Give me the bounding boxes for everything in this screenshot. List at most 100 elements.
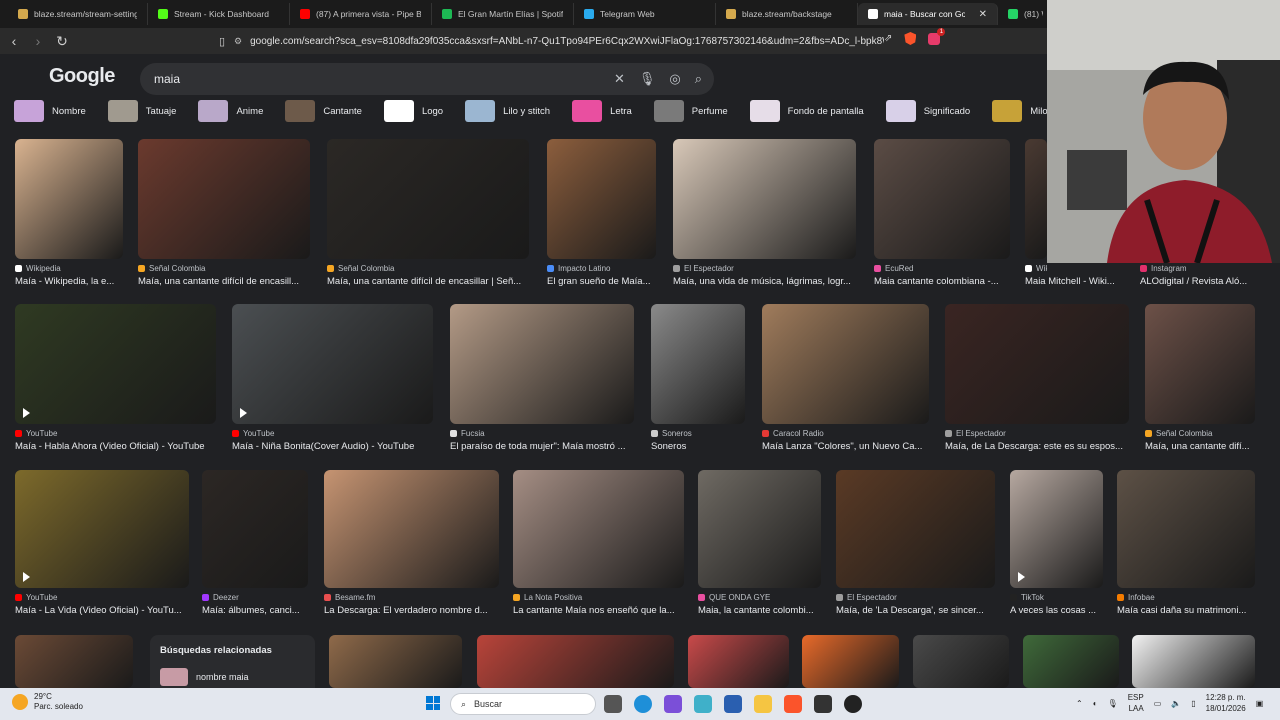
image-result[interactable] xyxy=(477,635,674,688)
image-result[interactable]: Señal Colombia Maía, una cantante difícil… xyxy=(327,139,529,287)
site-info-icon[interactable]: ⚙ xyxy=(234,36,242,47)
search-input[interactable]: maia ✕ 🎙 ◎ ⌕ xyxy=(140,63,714,95)
image-result[interactable]: Soneros Soneros xyxy=(651,304,745,452)
snipping-icon[interactable] xyxy=(664,695,682,713)
image-result[interactable]: Caracol Radio Maía Lanza "Colores", un Nu… xyxy=(762,304,929,452)
language-indicator[interactable]: ESP LAA xyxy=(1128,692,1144,714)
image-result[interactable]: Wikipedia Maía - Wikipedia, la e... xyxy=(15,139,123,287)
result-title[interactable]: El paraíso de toda mujer": Maía mostró .… xyxy=(450,441,634,452)
browser-tab[interactable]: Telegram Web xyxy=(574,3,716,25)
result-title[interactable]: Maía, una cantante difí... xyxy=(1145,441,1265,452)
search-icon[interactable]: ⌕ xyxy=(695,71,702,87)
browser-tab[interactable]: El Gran Martín Elías | Spotify xyxy=(432,3,574,25)
result-title[interactable]: ALOdigital / Revista Aló... xyxy=(1140,276,1260,287)
clock[interactable]: 12:28 p. m. 18/01/2026 xyxy=(1206,692,1246,714)
bookmark-icon[interactable]: ▯ xyxy=(212,35,232,48)
battery-icon[interactable]: ▯ xyxy=(1191,699,1195,708)
result-title[interactable]: Maía: álbumes, canci... xyxy=(202,605,322,616)
microphone-icon[interactable]: 🎙 xyxy=(639,71,656,87)
network-tray-icon[interactable]: ◐ xyxy=(1093,699,1098,708)
result-title[interactable]: Maía, una cantante difícil de encasillar… xyxy=(327,276,529,287)
image-result[interactable]: El Espectador Maía, una vida de música, l… xyxy=(673,139,856,287)
volume-icon[interactable]: 🔈 xyxy=(1171,699,1181,708)
image-result[interactable]: Deezer Maía: álbumes, canci... xyxy=(202,470,308,616)
browser-tab[interactable]: blaze.stream/stream-settings xyxy=(8,3,148,25)
result-title[interactable]: Maía Lanza "Colores", un Nuevo Ca... xyxy=(762,441,929,452)
image-result[interactable]: Infobae Maía casi daña su matrimoni... xyxy=(1117,470,1255,616)
obs-icon[interactable] xyxy=(844,695,862,713)
filter-chip[interactable]: Significado xyxy=(885,98,982,124)
result-title[interactable]: Maia Mitchell - Wiki... xyxy=(1025,276,1145,287)
share-icon[interactable]: ⇗ xyxy=(884,33,892,44)
image-result[interactable]: Señal Colombia Maía, una cantante difícil… xyxy=(138,139,310,287)
image-result[interactable]: YouTube Maía - Habla Ahora (Video Oficial… xyxy=(15,304,216,452)
result-title[interactable]: Maía, una cantante difícil de encasill..… xyxy=(138,276,310,287)
result-title[interactable]: Maía, una vida de música, lágrimas, logr… xyxy=(673,276,856,287)
edge-icon[interactable] xyxy=(634,695,652,713)
google-logo[interactable]: Google xyxy=(49,65,115,88)
brave-taskbar-icon[interactable] xyxy=(784,695,802,713)
image-result[interactable] xyxy=(688,635,789,688)
result-title[interactable]: Maía casi daña su matrimoni... xyxy=(1117,605,1255,616)
image-result[interactable]: Impacto Latino El gran sueño de Maía... xyxy=(547,139,656,287)
store-icon[interactable] xyxy=(724,695,742,713)
tray-chevron-icon[interactable]: ⌃ xyxy=(1076,699,1083,708)
copilot-icon[interactable] xyxy=(694,695,712,713)
windows-start-icon[interactable] xyxy=(426,696,440,710)
image-result[interactable]: Fucsia El paraíso de toda mujer": Maía mo… xyxy=(450,304,634,452)
image-result[interactable]: El Espectador Maía, de La Descarga: este … xyxy=(945,304,1129,452)
filter-chip[interactable]: Cantante xyxy=(285,98,374,124)
browser-tab[interactable]: maia - Buscar con Google ✕ xyxy=(858,3,998,25)
browser-tab[interactable]: Stream - Kick Dashboard xyxy=(148,3,290,25)
filter-chip[interactable]: Logo xyxy=(383,98,455,124)
result-title[interactable]: Maía - Niña Bonita(Cover Audio) - YouTub… xyxy=(232,441,433,452)
notification-icon[interactable]: ▣ xyxy=(1256,699,1264,708)
wifi-icon[interactable]: ▭ xyxy=(1154,699,1162,708)
result-title[interactable]: El gran sueño de Maía... xyxy=(547,276,667,287)
filter-chip[interactable]: Nombre xyxy=(14,98,98,124)
explorer-icon[interactable] xyxy=(754,695,772,713)
image-result[interactable]: YouTube Maía - Niña Bonita(Cover Audio) -… xyxy=(232,304,433,452)
image-result[interactable]: EcuRed Maia cantante colombiana -... xyxy=(874,139,1010,287)
filter-chip[interactable]: Perfume xyxy=(653,98,740,124)
image-result[interactable]: WikipediaMaia Mitchell - Wiki... xyxy=(1025,139,1115,287)
result-title[interactable]: Maía, de 'La Descarga', se sincer... xyxy=(836,605,995,616)
image-result[interactable]: Besame.fm La Descarga: El verdadero nombr… xyxy=(324,470,499,616)
result-title[interactable]: Maia, la cantante colombi... xyxy=(698,605,821,616)
filter-chip[interactable]: Lilo y stitch xyxy=(465,98,562,124)
image-result[interactable] xyxy=(1023,635,1119,688)
filter-chip[interactable]: Letra xyxy=(572,98,644,124)
reload-icon[interactable]: ↻ xyxy=(52,33,72,50)
brave-shields-icon[interactable] xyxy=(904,32,917,45)
filter-chip[interactable]: Tatuaje xyxy=(107,98,189,124)
taskbar-search[interactable]: ⌕ Buscar xyxy=(450,693,596,715)
result-title[interactable]: Maía, de La Descarga: este es su espos..… xyxy=(945,441,1129,452)
image-result[interactable] xyxy=(1132,635,1255,688)
mic-tray-icon[interactable]: 🎙 xyxy=(1108,699,1118,708)
related-search-item[interactable]: nombre maia xyxy=(160,668,305,686)
terminal-icon[interactable] xyxy=(814,695,832,713)
image-result[interactable]: YouTube Maía - La Vida (Video Oficial) - … xyxy=(15,470,189,616)
task-view-icon[interactable] xyxy=(604,695,622,713)
weather-widget[interactable]: 29°C Parc. soleado xyxy=(12,692,83,712)
browser-tab[interactable]: blaze.stream/backstage xyxy=(716,3,858,25)
brave-rewards-icon[interactable]: 1 xyxy=(928,27,946,45)
camera-search-icon[interactable]: ◎ xyxy=(669,71,680,87)
image-result[interactable]: Señal Colombia Maía, una cantante difí... xyxy=(1145,304,1255,452)
image-result[interactable] xyxy=(15,635,133,688)
result-title[interactable]: Maia cantante colombiana -... xyxy=(874,276,1010,287)
image-result[interactable] xyxy=(802,635,899,688)
image-result[interactable] xyxy=(329,635,462,688)
filter-chip[interactable]: Anime xyxy=(198,98,275,124)
browser-tab[interactable]: (87) A primera vista - Pipe Bue... xyxy=(290,3,432,25)
forward-icon[interactable]: › xyxy=(28,33,48,49)
back-icon[interactable]: ‹ xyxy=(4,33,24,49)
browser-tab[interactable]: (81) Wh xyxy=(998,3,1054,25)
result-title[interactable]: Soneros xyxy=(651,441,771,452)
close-tab-icon[interactable]: ✕ xyxy=(979,9,987,20)
result-title[interactable]: A veces las cosas ... xyxy=(1010,605,1130,616)
result-title[interactable]: Maía - Habla Ahora (Video Oficial) - You… xyxy=(15,441,216,452)
image-result[interactable]: QUE ONDA GYE Maia, la cantante colombi... xyxy=(698,470,821,616)
result-title[interactable]: Maía - La Vida (Video Oficial) - YouTu..… xyxy=(15,605,189,616)
image-result[interactable]: TikTok A veces las cosas ... xyxy=(1010,470,1103,616)
